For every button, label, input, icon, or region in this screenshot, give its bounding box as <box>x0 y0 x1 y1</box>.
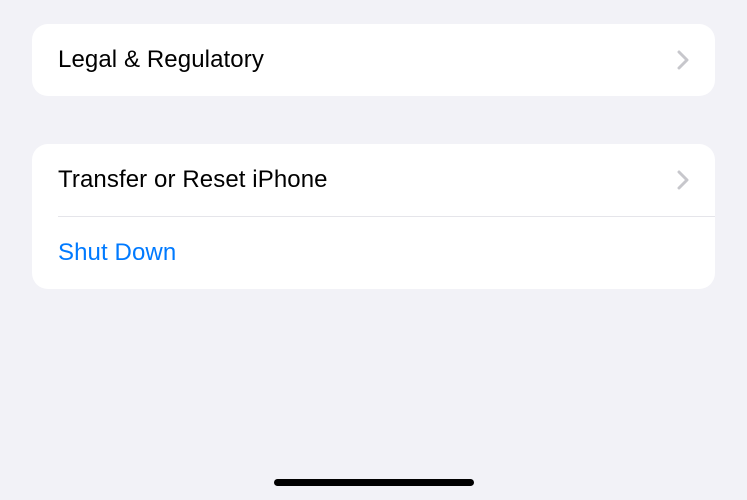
settings-group-system: Transfer or Reset iPhone Shut Down <box>32 144 715 289</box>
chevron-right-icon <box>677 50 689 70</box>
settings-group-legal: Legal & Regulatory <box>32 24 715 96</box>
chevron-right-icon <box>677 170 689 190</box>
shut-down-row[interactable]: Shut Down <box>32 217 715 289</box>
settings-content: Legal & Regulatory Transfer or Reset iPh… <box>0 0 747 289</box>
home-indicator[interactable] <box>274 479 474 486</box>
legal-regulatory-row[interactable]: Legal & Regulatory <box>32 24 715 96</box>
shut-down-label: Shut Down <box>58 239 176 267</box>
transfer-reset-label: Transfer or Reset iPhone <box>58 166 328 194</box>
transfer-reset-row[interactable]: Transfer or Reset iPhone <box>32 144 715 216</box>
legal-regulatory-label: Legal & Regulatory <box>58 46 264 74</box>
